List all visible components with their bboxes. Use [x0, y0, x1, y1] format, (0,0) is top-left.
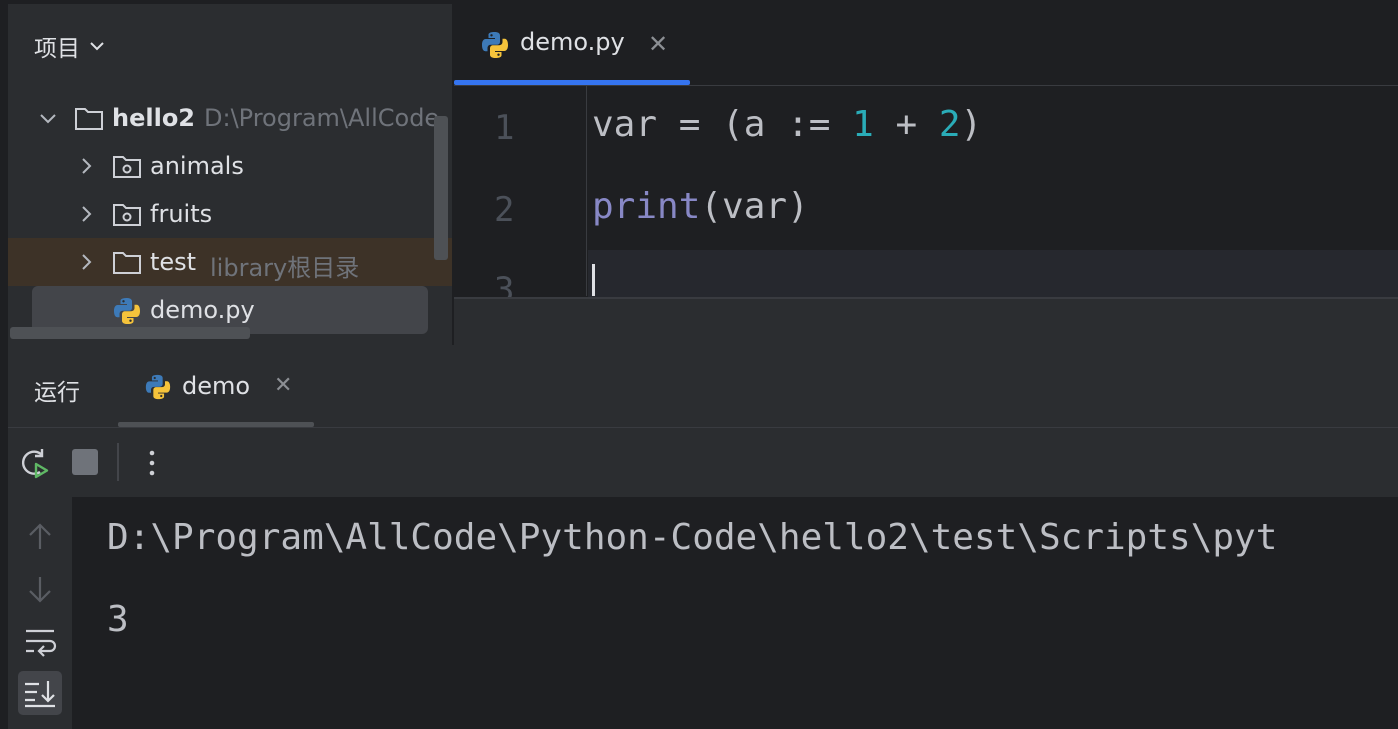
code-line-1[interactable]: var = (a := 1 + 2)	[592, 104, 982, 145]
tree-item-label: fruits	[150, 200, 213, 228]
code-token: = (	[657, 104, 744, 145]
scroll-to-end-icon	[25, 681, 55, 708]
code-builtin: print	[592, 186, 701, 227]
code-number: 1	[852, 104, 874, 145]
python-file-icon	[482, 32, 508, 58]
more-options-icon[interactable]	[140, 445, 164, 481]
tree-item-library-hint: library根目录	[210, 254, 360, 282]
editor-tab-label: demo.py	[520, 28, 625, 56]
editor-tab-demo-py[interactable]: demo.py ✕	[454, 4, 690, 86]
tree-item-test[interactable]: test library根目录	[8, 238, 452, 286]
tree-horizontal-scrollbar[interactable]	[10, 327, 250, 339]
code-token: (var)	[700, 186, 809, 227]
active-tab-indicator	[454, 80, 690, 85]
code-token: )	[960, 104, 983, 145]
chevron-right-icon[interactable]	[76, 252, 96, 272]
console-line: D:\Program\AllCode\Python-Code\hello2\te…	[107, 517, 1278, 558]
tree-item-path: D:\Program\AllCode	[204, 104, 440, 132]
current-line-highlight	[588, 250, 1398, 298]
tree-item-label: animals	[150, 152, 244, 180]
line-number: 2	[494, 190, 515, 230]
stop-icon[interactable]	[72, 449, 98, 475]
package-folder-icon	[113, 156, 141, 178]
chevron-down-icon	[90, 42, 104, 51]
soft-wrap-icon[interactable]	[18, 619, 62, 663]
folder-icon	[75, 108, 103, 130]
tree-item-hello2[interactable]: hello2 D:\Program\AllCode	[8, 94, 452, 142]
text-caret	[592, 264, 595, 296]
code-token: +	[873, 104, 939, 145]
python-run-icon	[145, 374, 171, 400]
line-number-gutter: 1 2 3	[454, 86, 588, 310]
run-tab-demo[interactable]: demo ✕	[118, 345, 314, 427]
editor-area: demo.py ✕ 1 2 3 var = (a := 1 + 2) print…	[454, 4, 1398, 345]
project-header-label: 项目	[34, 36, 80, 62]
project-panel: 项目 hello2 D:\Program\AllCode animals fru…	[8, 4, 452, 345]
chevron-right-icon[interactable]	[76, 204, 96, 224]
code-line-2[interactable]: print(var)	[592, 186, 809, 227]
code-token: var	[592, 104, 658, 145]
editor-bottom-strip	[454, 299, 1398, 345]
code-token: a	[743, 104, 766, 145]
close-icon[interactable]: ✕	[274, 375, 292, 397]
scroll-to-end-button[interactable]	[18, 671, 62, 715]
gutter-divider	[586, 86, 587, 296]
chevron-right-icon[interactable]	[76, 156, 96, 176]
tree-item-label: demo.py	[150, 296, 255, 324]
toolbar-separator	[117, 443, 119, 481]
line-number: 1	[494, 108, 515, 148]
tree-item-animals[interactable]: animals	[8, 142, 452, 190]
code-number: 2	[938, 104, 961, 145]
arrow-down-icon[interactable]	[18, 567, 62, 611]
run-tool-window: 运行 demo ✕ D:\Program\AllCode\Python-Code…	[8, 345, 1398, 729]
arrow-up-icon[interactable]	[18, 515, 62, 559]
rerun-icon[interactable]	[16, 445, 52, 481]
chevron-down-icon[interactable]	[38, 108, 58, 128]
folder-icon	[113, 252, 141, 274]
close-icon[interactable]: ✕	[648, 32, 668, 56]
tree-item-fruits[interactable]: fruits	[8, 190, 452, 238]
run-window-title: 运行	[34, 380, 80, 406]
tree-item-label: hello2	[112, 104, 196, 132]
python-file-icon	[114, 298, 140, 324]
console-output[interactable]: D:\Program\AllCode\Python-Code\hello2\te…	[72, 497, 1398, 729]
run-tab-label: demo	[182, 372, 251, 400]
project-view-selector[interactable]: 项目	[34, 29, 106, 63]
tree-vertical-scrollbar[interactable]	[434, 116, 448, 260]
code-token: :=	[765, 104, 853, 145]
package-folder-icon	[113, 204, 141, 226]
console-line: 3	[107, 599, 129, 640]
tree-item-label: test	[150, 248, 197, 276]
run-tab-bar-border	[8, 427, 1398, 428]
